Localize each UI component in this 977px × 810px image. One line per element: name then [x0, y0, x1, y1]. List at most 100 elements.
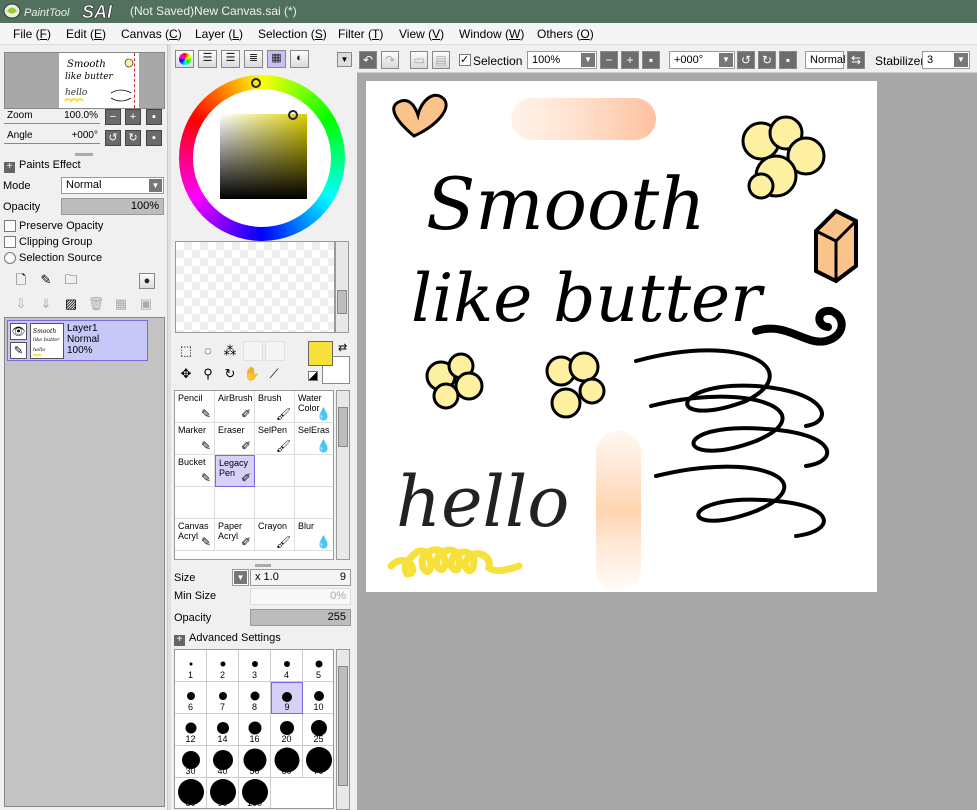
brush-size-slider[interactable]: x 1.0 9	[250, 569, 351, 586]
rotate-left-button[interactable]: ↺	[105, 130, 121, 146]
brush-size-14[interactable]: 14	[207, 714, 239, 746]
menu-file[interactable]: File (F)	[13, 27, 51, 41]
brush-opacity-slider[interactable]: 255	[250, 609, 351, 626]
hue-picker[interactable]	[251, 78, 261, 88]
zoom-select[interactable]: 100% ▼	[527, 51, 597, 69]
eyedropper-icon[interactable]: ⟋	[265, 365, 283, 383]
drawing-canvas[interactable]: Smooth like butter hello	[366, 81, 877, 592]
brush-size-6[interactable]: 6	[175, 682, 207, 714]
eye-icon[interactable]: 👁	[10, 323, 27, 340]
brush-size-20[interactable]: 20	[271, 714, 303, 746]
paints-effect-toggle[interactable]: + Paints Effect	[4, 159, 81, 173]
rgb-slider-tab[interactable]: ☰	[198, 50, 217, 68]
new-linework-layer-icon[interactable]: ✎	[37, 271, 55, 289]
zoom-slider[interactable]: Zoom 100.0%	[4, 109, 100, 125]
brush-empty-slot[interactable]	[215, 487, 255, 519]
color-swatch-area[interactable]	[175, 241, 335, 333]
layer-mask-button[interactable]: ●	[139, 273, 155, 289]
saturation-value-square[interactable]	[220, 114, 307, 199]
layer-mode-select[interactable]: Normal ▼	[61, 177, 164, 194]
toolbar-zoom-in-button[interactable]: +	[621, 51, 639, 69]
undo-button[interactable]: ↶	[359, 51, 377, 69]
invert-selection-button[interactable]: ▤	[432, 51, 450, 69]
menu-edit[interactable]: Edit (E)	[66, 27, 106, 41]
toolbar-rotate-left-button[interactable]: ↺	[737, 51, 755, 69]
new-folder-icon[interactable]: 🗀	[62, 271, 80, 289]
transfer-down-icon[interactable]: ⇩	[12, 295, 30, 313]
brush-empty-slot[interactable]	[255, 455, 295, 487]
menu-filter[interactable]: Filter (T)	[338, 27, 383, 41]
advanced-settings-toggle[interactable]: + Advanced Settings	[174, 632, 281, 646]
apply-mask-icon[interactable]: ▦	[112, 295, 130, 313]
preserve-opacity-checkbox[interactable]	[4, 220, 16, 232]
brush-size-12[interactable]: 12	[175, 714, 207, 746]
hand-icon[interactable]: ✋	[243, 365, 261, 383]
brush-size-25[interactable]: 25	[303, 714, 333, 746]
size-scrollbar[interactable]	[336, 649, 350, 810]
rotate-icon[interactable]: ↻	[221, 365, 239, 383]
brush-legacy-pen[interactable]: Legacy Pen ✐	[215, 455, 255, 487]
angle-select[interactable]: +000° ▼	[669, 51, 735, 69]
brush-size-100[interactable]: 100	[239, 778, 271, 808]
brush-airbrush[interactable]: AirBrush ✐	[215, 391, 255, 423]
move-icon[interactable]: ✥	[177, 365, 195, 383]
brush-selpen[interactable]: SelPen 🖌	[255, 423, 295, 455]
clear-layer-icon[interactable]: ▨	[62, 295, 80, 313]
brush-empty-slot[interactable]	[175, 487, 215, 519]
brush-size-8[interactable]: 8	[239, 682, 271, 714]
brush-scrollbar[interactable]	[336, 390, 350, 560]
brush-size-80[interactable]: 80	[175, 778, 207, 808]
brush-size-40[interactable]: 40	[207, 746, 239, 778]
menu-window[interactable]: Window (W)	[459, 27, 524, 41]
delete-mask-icon[interactable]: ▣	[137, 295, 155, 313]
angle-slider[interactable]: Angle +000°	[4, 129, 100, 145]
selection-checkbox[interactable]: ✓	[459, 54, 471, 66]
reset-colors-icon[interactable]	[308, 371, 318, 381]
blend-mode-field[interactable]: Normal	[805, 51, 845, 69]
delete-layer-icon[interactable]: 🗑	[87, 295, 105, 313]
menu-canvas[interactable]: Canvas (C)	[121, 27, 182, 41]
brush-size-90[interactable]: 90	[207, 778, 239, 808]
brush-paper-acryl[interactable]: Paper Acryl ✐	[215, 519, 255, 551]
layer-list[interactable]: 👁 ✎ Smooth like butter hello Layer1 Norm…	[4, 317, 165, 807]
color-mixer-tab[interactable]: ≣	[244, 50, 263, 68]
toolbar-zoom-reset-button[interactable]: ▪	[642, 51, 660, 69]
menu-selection[interactable]: Selection (S)	[258, 27, 327, 41]
zoom-in-button[interactable]: +	[125, 109, 141, 125]
brush-size-60[interactable]: 60	[271, 746, 303, 778]
brush-marker[interactable]: Marker ✎	[175, 423, 215, 455]
brush-size-9[interactable]: 9	[271, 682, 303, 714]
toolbar-zoom-out-button[interactable]: −	[600, 51, 618, 69]
brush-canvas-acryl[interactable]: Canvas Acryl ✎	[175, 519, 215, 551]
brush-size-4[interactable]: 4	[271, 650, 303, 682]
brush-size-10[interactable]: 10	[303, 682, 333, 714]
merge-down-icon[interactable]: ⇓	[37, 295, 55, 313]
swatch-scrollbar[interactable]	[335, 241, 349, 333]
layer-item[interactable]: 👁 ✎ Smooth like butter hello Layer1 Norm…	[7, 320, 148, 361]
scratchpad-tab[interactable]: ◐	[290, 50, 309, 68]
rotate-right-button[interactable]: ↻	[125, 130, 141, 146]
brush-water-color[interactable]: Water Color 💧	[295, 391, 333, 423]
stabilizer-select[interactable]: 3 ▼	[922, 51, 970, 69]
brush-size-30[interactable]: 30	[175, 746, 207, 778]
deselect-button[interactable]: ▭	[410, 51, 428, 69]
brush-size-5[interactable]: 5	[303, 650, 333, 682]
brush-crayon[interactable]: Crayon 🖌	[255, 519, 295, 551]
brush-seleras[interactable]: SelEras 💧	[295, 423, 333, 455]
pen-lock-icon[interactable]: ✎	[10, 342, 27, 359]
navigator-preview[interactable]: Smooth like butter hello	[4, 52, 165, 109]
color-wheel-tab[interactable]	[175, 50, 194, 68]
brush-bucket[interactable]: Bucket ✎	[175, 455, 215, 487]
swatches-tab[interactable]: ▦	[267, 50, 286, 68]
menu-view[interactable]: View (V)	[399, 27, 444, 41]
rect-select-icon[interactable]: ⬚	[177, 342, 195, 360]
menu-others[interactable]: Others (O)	[537, 27, 594, 41]
brush-size-2[interactable]: 2	[207, 650, 239, 682]
brush-size-50[interactable]: 50	[239, 746, 271, 778]
min-size-slider[interactable]: 0%	[250, 588, 351, 605]
layer-opacity-slider[interactable]: 100%	[61, 198, 164, 215]
hsv-slider-tab[interactable]: ☰	[221, 50, 240, 68]
rotate-reset-button[interactable]: ▪	[146, 130, 162, 146]
brush-empty-slot[interactable]	[295, 487, 333, 519]
zoom-icon[interactable]: ⚲	[199, 365, 217, 383]
